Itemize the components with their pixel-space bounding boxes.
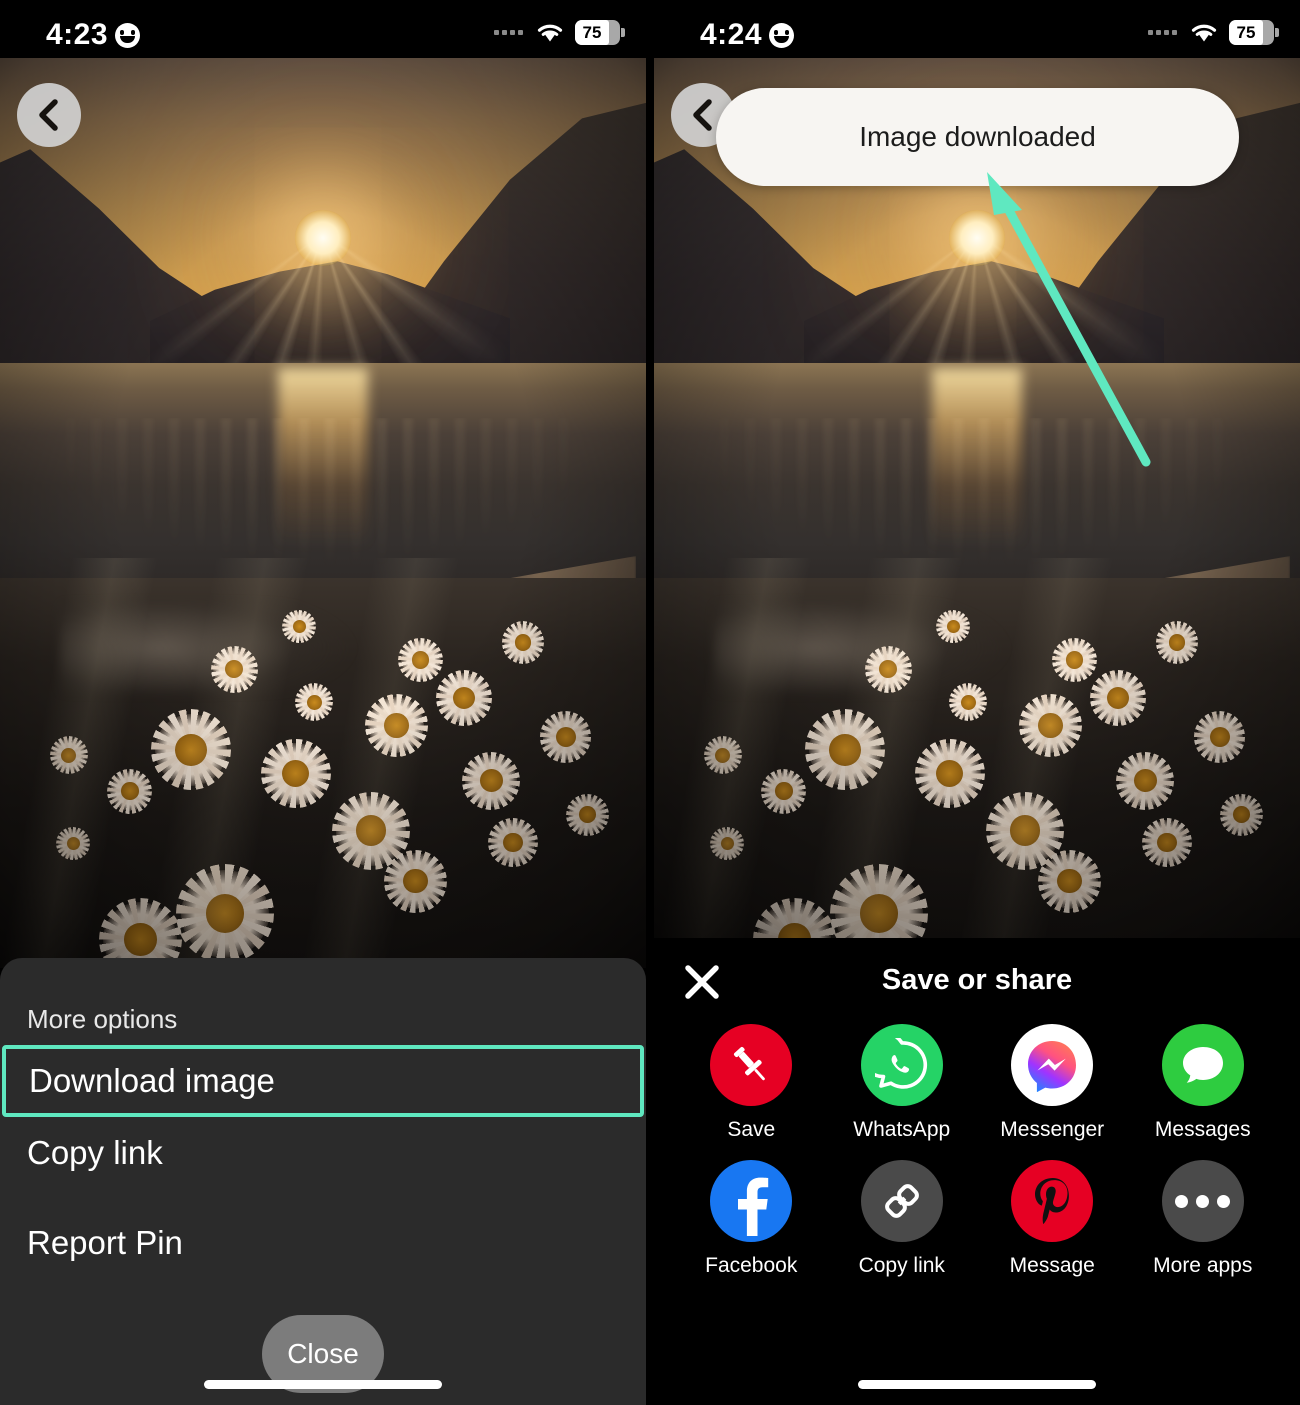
battery-icon: 75 — [1229, 20, 1279, 45]
wifi-icon — [1191, 24, 1217, 42]
share-label: Message — [1009, 1254, 1095, 1277]
pin-photo-left[interactable] — [0, 58, 646, 968]
facebook-icon — [710, 1160, 793, 1242]
photo-sun — [949, 210, 1005, 266]
status-bar-indicators-left: 75 — [494, 20, 625, 45]
battery-percent: 75 — [582, 23, 602, 42]
battery-icon: 75 — [575, 20, 625, 45]
share-item-facebook[interactable]: Facebook — [676, 1160, 827, 1278]
photo-daisy-field — [0, 558, 646, 968]
chevron-left-icon — [693, 99, 712, 131]
share-item-copy-link[interactable]: Copy link — [827, 1160, 978, 1278]
smiley-face-icon — [769, 22, 795, 48]
smiley-face-icon — [115, 22, 141, 48]
share-label: More apps — [1153, 1254, 1253, 1277]
chain-link-icon — [860, 1160, 943, 1242]
left-phone-screen: 4:23 75 More options Download image Copy… — [0, 0, 646, 1405]
share-sheet-header: Save or share — [654, 938, 1300, 1024]
share-label: Save — [727, 1118, 776, 1141]
right-phone-screen: 4:24 75 Image downloaded Save or share S… — [654, 0, 1300, 1405]
status-bar-time-group: 4:23 — [46, 18, 141, 52]
chevron-left-icon — [39, 99, 58, 131]
messenger-icon — [1011, 1024, 1094, 1106]
status-bar-indicators-right: 75 — [1148, 20, 1279, 45]
pinterest-pin-icon — [710, 1024, 793, 1106]
share-item-message[interactable]: Message — [977, 1160, 1128, 1278]
share-label: Copy link — [858, 1254, 945, 1277]
pinterest-p-icon — [1011, 1160, 1094, 1242]
toast-message: Image downloaded — [859, 121, 1096, 152]
pin-photo-right[interactable] — [654, 58, 1300, 938]
signal-dots-icon — [1148, 30, 1177, 35]
battery-percent-right: 75 — [1236, 23, 1256, 42]
save-or-share-sheet: Save or share Save WhatsApp Messenger Me… — [654, 938, 1300, 1405]
photo-daisy-field — [654, 558, 1300, 938]
status-bar-left: 4:23 75 — [0, 0, 646, 58]
share-item-messenger[interactable]: Messenger — [977, 1024, 1128, 1142]
status-bar-time-group-right: 4:24 — [700, 18, 795, 52]
option-report-pin[interactable]: Report Pin — [0, 1207, 646, 1279]
share-item-save[interactable]: Save — [676, 1024, 827, 1142]
share-item-messages[interactable]: Messages — [1128, 1024, 1279, 1142]
ellipsis-icon — [1161, 1160, 1244, 1242]
whatsapp-icon — [860, 1024, 943, 1106]
more-options-sheet: More options Download image Copy link Re… — [0, 958, 646, 1405]
option-download-image[interactable]: Download image — [2, 1045, 644, 1117]
share-label: Facebook — [705, 1254, 798, 1277]
back-button[interactable] — [17, 83, 81, 147]
toast-image-downloaded: Image downloaded — [716, 88, 1239, 186]
wifi-icon — [537, 24, 563, 42]
status-bar-time-right: 4:24 — [700, 18, 763, 51]
home-indicator-left[interactable] — [204, 1380, 442, 1389]
share-label: Messages — [1154, 1118, 1251, 1141]
sheet-title: More options — [27, 1004, 178, 1034]
share-label: Messenger — [1000, 1118, 1105, 1141]
share-item-more-apps[interactable]: More apps — [1128, 1160, 1279, 1278]
home-indicator-right[interactable] — [858, 1380, 1096, 1389]
status-bar-right: 4:24 75 — [654, 0, 1300, 58]
share-sheet-title: Save or share — [881, 964, 1073, 996]
two-phone-screenshot-comparison: 4:23 75 More options Download image Copy… — [0, 0, 1300, 1405]
share-target-grid: Save WhatsApp Messenger Messages Faceboo… — [654, 1024, 1300, 1278]
share-label: WhatsApp — [853, 1118, 951, 1141]
share-item-whatsapp[interactable]: WhatsApp — [827, 1024, 978, 1142]
status-bar-time: 4:23 — [46, 18, 109, 51]
signal-dots-icon — [494, 30, 523, 35]
option-copy-link[interactable]: Copy link — [0, 1117, 646, 1189]
messages-bubble-icon — [1161, 1024, 1244, 1106]
options-list: Download image Copy link Report Pin — [0, 1045, 646, 1279]
photo-sun — [295, 210, 351, 266]
